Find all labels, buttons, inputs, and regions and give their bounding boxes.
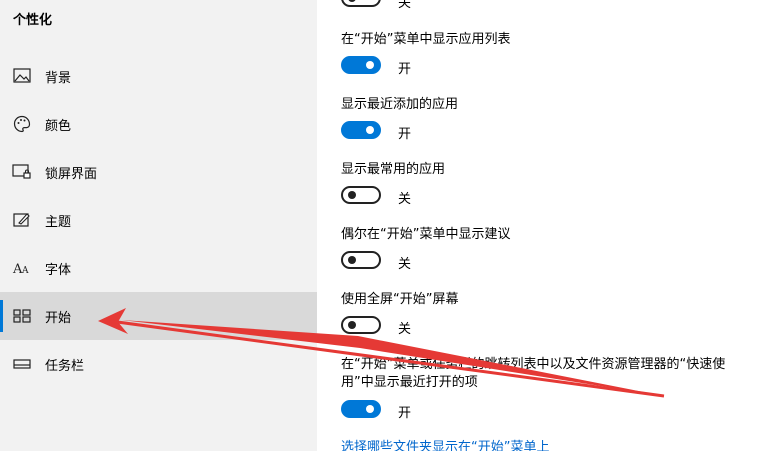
setting-label: 显示最常用的应用: [341, 162, 446, 177]
sidebar-item-colors[interactable]: 颜色: [0, 100, 317, 148]
start-settings-panel: 关 在“开始”菜单中显示应用列表 开 显示最近添加的应用 开 显示最常用的应用 …: [317, 0, 759, 451]
start-tiles-icon: [12, 306, 32, 326]
picture-icon: [12, 66, 32, 86]
toggle-recently-added[interactable]: [341, 121, 381, 139]
toggle-suggestions[interactable]: [341, 251, 381, 269]
sidebar-item-label: 任务栏: [45, 358, 85, 374]
settings-window: 个性化 背景 颜色 锁屏界面 主题 A A 字体 开始 任务栏 关 在“开始”菜…: [0, 0, 759, 451]
sidebar: 个性化 背景 颜色 锁屏界面 主题 A A 字体 开始 任务栏: [0, 0, 317, 451]
sidebar-title: 个性化: [13, 13, 53, 28]
sidebar-item-taskbar[interactable]: 任务栏: [0, 340, 317, 388]
setting-label: 偶尔在“开始”菜单中显示建议: [341, 227, 511, 242]
palette-icon: [12, 114, 32, 134]
toggle-state-label: 关: [398, 192, 412, 207]
toggle-state-label: 关: [398, 322, 412, 337]
setting-label: 在“开始”菜单或任务栏的跳转列表中以及文件资源管理器的“快速使: [341, 357, 726, 372]
sidebar-item-label: 颜色: [45, 118, 72, 134]
sidebar-item-background[interactable]: 背景: [0, 52, 317, 100]
svg-text:A: A: [21, 266, 29, 276]
toggle-state-label: 开: [398, 127, 412, 142]
sidebar-item-start[interactable]: 开始: [0, 292, 317, 340]
toggle-full-screen-start[interactable]: [341, 316, 381, 334]
sidebar-item-label: 字体: [45, 262, 72, 278]
toggle-state-label: 开: [398, 62, 412, 77]
setting-label: 显示最近添加的应用: [341, 97, 459, 112]
sidebar-item-fonts[interactable]: AA 字体: [0, 244, 317, 292]
sidebar-item-label: 锁屏界面: [45, 166, 98, 182]
font-icon: AA: [12, 258, 32, 278]
selection-indicator: [0, 300, 3, 332]
sidebar-item-themes[interactable]: 主题: [0, 196, 317, 244]
theme-brush-icon: [12, 210, 32, 230]
setting-label-continued: 用”中显示最近打开的项: [341, 375, 478, 390]
sidebar-item-lock-screen[interactable]: 锁屏界面: [0, 148, 317, 196]
taskbar-icon: [12, 354, 32, 374]
sidebar-item-label: 开始: [45, 310, 72, 326]
setting-label: 在“开始”菜单中显示应用列表: [341, 32, 511, 47]
toggle-switch[interactable]: [341, 0, 381, 7]
toggle-state-label: 关: [398, 257, 412, 272]
lock-screen-icon: [12, 162, 32, 182]
toggle-recently-opened[interactable]: [341, 400, 381, 418]
setting-label: 使用全屏“开始”屏幕: [341, 292, 459, 307]
choose-folders-link[interactable]: 选择哪些文件夹显示在“开始”菜单上: [341, 436, 549, 451]
toggle-state-label: 开: [398, 406, 412, 421]
sidebar-item-label: 背景: [45, 70, 72, 86]
toggle-state-label: 关: [398, 0, 412, 11]
sidebar-item-label: 主题: [45, 214, 72, 230]
toggle-most-used[interactable]: [341, 186, 381, 204]
toggle-show-app-list[interactable]: [341, 56, 381, 74]
